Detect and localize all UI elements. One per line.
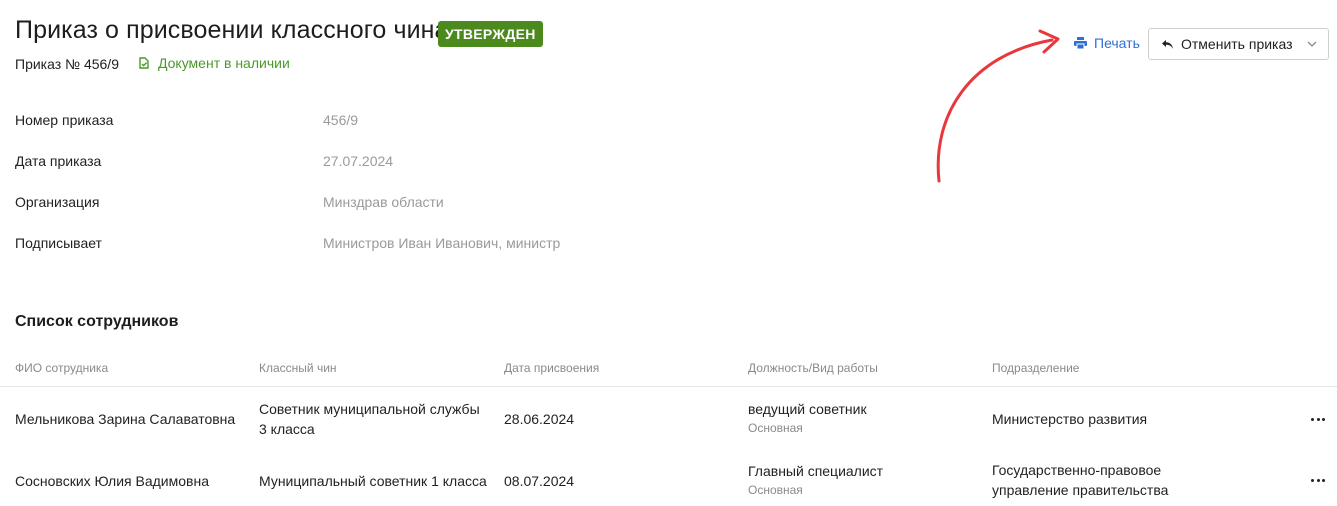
field-value-order-number: 456/9 [323,112,359,128]
employee-rank-line1: Муниципальный советник 1 класса [259,473,487,489]
position-title: Главный специалист [748,463,884,479]
column-header-date[interactable]: Дата присвоения [504,361,599,375]
position-title: ведущий советник [748,401,867,417]
division-line1: Государственно-правовое [992,462,1162,478]
division-line1: Министерство развития [992,411,1148,427]
cancel-order-label: Отменить приказ [1181,36,1293,52]
field-label-order-number: Номер приказа [15,112,114,128]
work-type: Основная [748,483,803,497]
field-value-order-date: 27.07.2024 [323,153,394,169]
more-horizontal-icon [1311,478,1314,482]
column-header-rank[interactable]: Классный чин [259,361,337,375]
employee-position: Главный специалист Основная [748,461,883,499]
employee-position: ведущий советник Основная [748,399,867,437]
more-dot [1322,478,1325,482]
employee-rank-line2: 3 класса [259,421,315,437]
field-label-order-date: Дата приказа [15,153,102,169]
more-dot [1316,478,1320,482]
cancel-order-button[interactable]: Отменить приказ [1148,28,1329,60]
undo-icon [1162,39,1173,49]
row-menu-button[interactable] [1308,412,1328,426]
field-value-signer: Министров Иван Иванович, министр [323,235,561,251]
table-header-divider [0,386,1337,387]
employees-section-title: Список сотрудников [15,313,179,330]
row-menu-button[interactable] [1308,473,1328,487]
column-header-name[interactable]: ФИО сотрудника [15,361,108,375]
field-value-organization: Минздрав области [323,194,444,210]
field-label-organization: Организация [15,194,100,210]
print-label: Печать [1094,35,1140,51]
assignment-date: 28.06.2024 [504,411,575,427]
document-check-icon [139,57,149,69]
more-dot [1322,417,1325,421]
employee-division: Министерство развития [992,409,1147,429]
document-status: Документ в наличии [137,55,290,71]
chevron-down-icon [1307,41,1316,47]
status-badge: УТВЕРЖДЕН [438,21,543,47]
field-label-signer: Подписывает [15,235,102,251]
document-status-label: Документ в наличии [158,55,290,71]
employee-rank: Муниципальный советник 1 класса [259,471,487,491]
work-type: Основная [748,421,803,435]
page-title: Приказ о присвоении классного чина [15,16,449,44]
employee-rank-line1: Советник муниципальной службы [259,401,480,417]
order-number: Приказ № 456/9 [15,56,119,72]
more-dot [1316,417,1320,421]
column-header-division[interactable]: Подразделение [992,361,1079,375]
employee-name: Сосновских Юлия Вадимовна [15,473,209,489]
column-header-position[interactable]: Должность/Вид работы [748,361,878,375]
more-horizontal-icon [1311,417,1314,421]
employee-rank: Советник муниципальной службы 3 класса [259,399,480,439]
print-button[interactable]: Печать [1074,35,1140,51]
division-line2: управление правительства [992,482,1169,498]
annotation-arrow [936,29,1060,183]
employee-division: Государственно-правовое управление прави… [992,460,1168,500]
employee-name: Мельникова Зарина Салаватовна [15,411,236,427]
assignment-date: 08.07.2024 [504,473,575,489]
